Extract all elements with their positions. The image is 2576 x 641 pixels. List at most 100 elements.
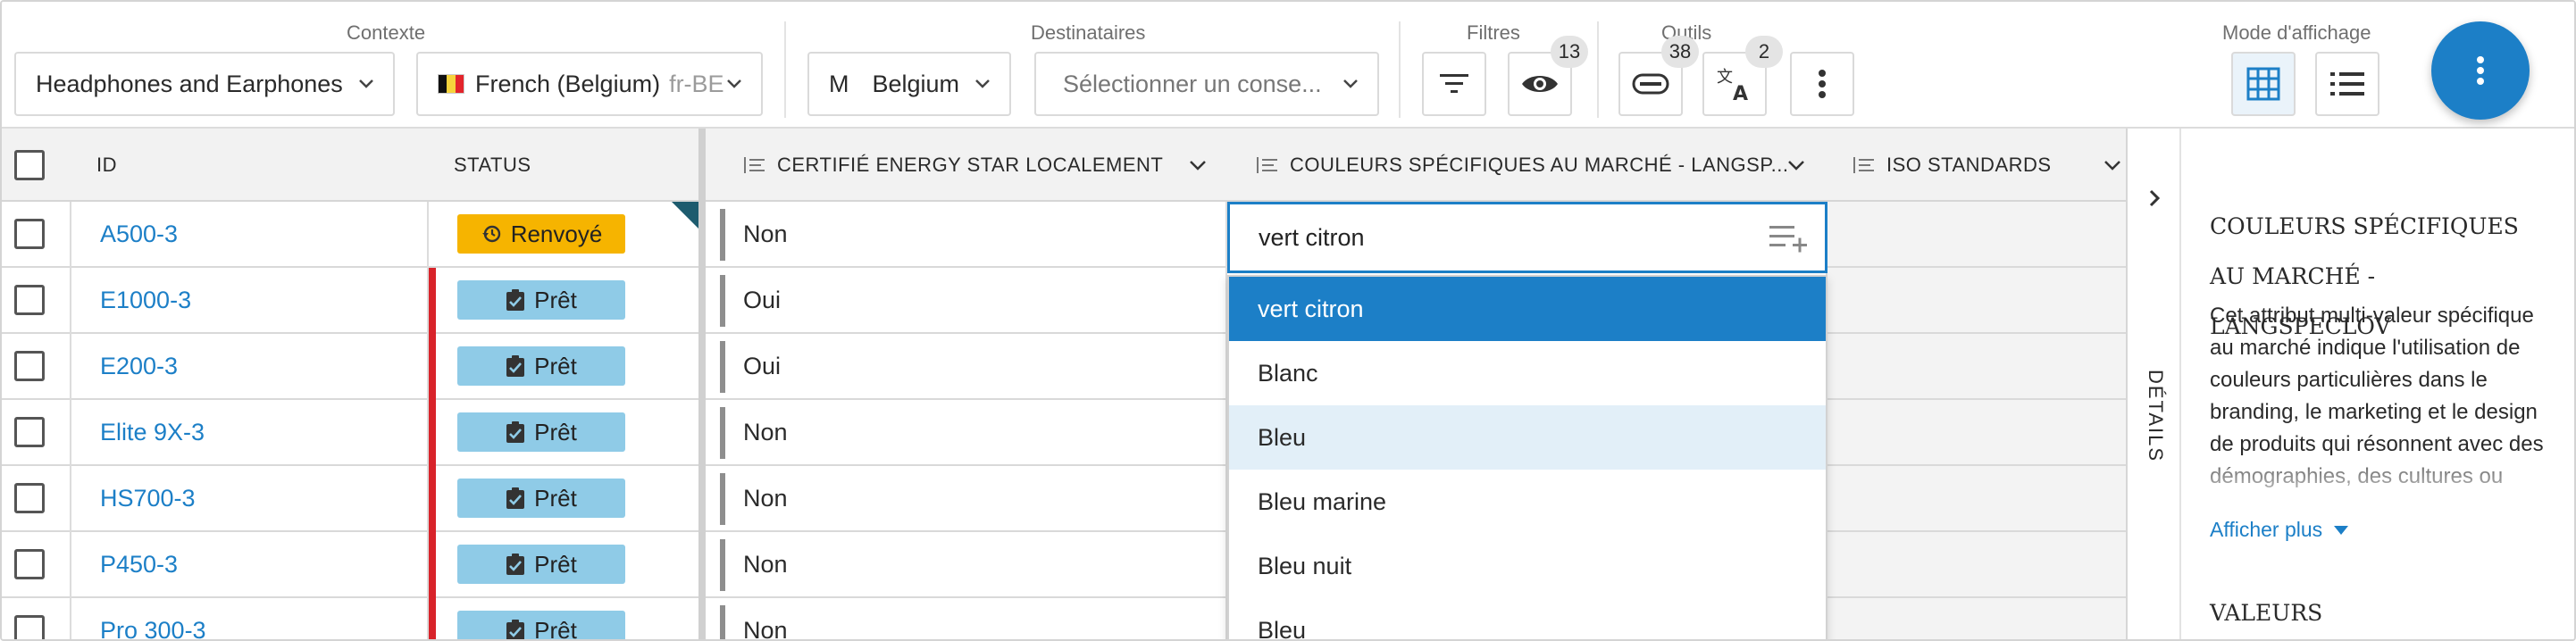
product-id-link[interactable]: HS700-3 — [100, 466, 196, 530]
cell-edge-marker — [720, 473, 725, 525]
energy-star-value: Non — [743, 418, 788, 445]
row-checkbox[interactable] — [14, 285, 45, 315]
energy-star-cell[interactable]: Non — [743, 466, 788, 530]
chevron-right-icon[interactable] — [2144, 187, 2165, 209]
dropdown-option[interactable]: Bleu — [1229, 405, 1826, 470]
iso-cell[interactable] — [1826, 268, 2126, 332]
belgium-flag-icon — [438, 74, 464, 94]
energy-star-cell[interactable]: Non — [743, 598, 788, 640]
status-badge[interactable]: Prêt — [457, 346, 625, 386]
dropdown-option[interactable]: Bleu — [1229, 598, 1826, 640]
column-header-id[interactable]: ID — [96, 129, 117, 202]
product-id-link[interactable]: E1000-3 — [100, 268, 191, 332]
advisor-select-placeholder: Sélectionner un conse... — [1063, 70, 1322, 97]
actions-fab-button[interactable] — [2431, 21, 2530, 120]
iso-cell[interactable] — [1826, 202, 2126, 266]
cell-divider — [427, 202, 429, 268]
toggle-tool-button[interactable]: 38 — [1618, 36, 1699, 116]
status-badge[interactable]: Prêt — [457, 412, 625, 452]
category-select[interactable]: Headphones and Earphones — [14, 52, 395, 116]
dropdown-option[interactable]: Bleu nuit — [1229, 534, 1826, 598]
status-badge[interactable]: Prêt — [457, 280, 625, 320]
row-select-cell — [14, 532, 45, 596]
energy-star-cell[interactable]: Non — [743, 532, 788, 596]
row-select-cell — [14, 268, 45, 332]
product-id-link[interactable]: Elite 9X-3 — [100, 400, 205, 464]
visibility-button[interactable]: 13 — [1508, 36, 1588, 116]
energy-star-value: Oui — [743, 352, 782, 379]
dropdown-option[interactable]: Bleu marine — [1229, 470, 1826, 534]
cell-divider — [70, 532, 71, 598]
select-all-checkbox[interactable] — [14, 150, 45, 180]
row-checkbox[interactable] — [14, 615, 45, 639]
column-header-market-colors[interactable]: COULEURS SPÉCIFIQUES AU MARCHÉ - LANGSP.… — [1256, 129, 1824, 202]
iso-cell[interactable] — [1826, 334, 2126, 398]
cell-edge-marker — [720, 341, 725, 393]
row-checkbox[interactable] — [14, 351, 45, 381]
iso-cell[interactable] — [1826, 400, 2126, 464]
energy-star-cell[interactable]: Oui — [743, 268, 781, 332]
filters-group-label: Filtres — [1467, 21, 1520, 44]
market-select[interactable]: M Belgium — [807, 52, 1011, 116]
column-header-energy-star[interactable]: CERTIFIÉ ENERGY STAR LOCALEMENT — [743, 129, 1225, 202]
status-badge[interactable]: Renvoyé — [457, 214, 625, 254]
product-id-link[interactable]: A500-3 — [100, 202, 178, 266]
chevron-down-icon[interactable] — [2101, 154, 2124, 177]
advisor-select[interactable]: Sélectionner un conse... — [1034, 52, 1379, 116]
dropdown-option[interactable]: Blanc — [1229, 341, 1826, 405]
translate-button[interactable]: 文 A 2 — [1702, 36, 1783, 116]
filter-button[interactable] — [1422, 52, 1486, 116]
dropdown-option[interactable]: vert citron — [1229, 277, 1826, 341]
market-colors-edit-input[interactable]: vert citron — [1227, 202, 1827, 273]
energy-star-cell[interactable]: Non — [743, 202, 788, 266]
row-checkbox[interactable] — [14, 483, 45, 513]
translate-icon: 文 A — [1717, 68, 1748, 104]
svg-text:A: A — [1733, 83, 1748, 104]
column-header-label: COULEURS SPÉCIFIQUES AU MARCHÉ - LANGSP.… — [1290, 154, 1789, 176]
iso-cell[interactable] — [1826, 598, 2126, 639]
row-checkbox[interactable] — [14, 219, 45, 249]
frozen-column-divider[interactable] — [698, 129, 706, 639]
caret-down-icon — [2334, 525, 2349, 535]
energy-star-cell[interactable]: Oui — [743, 334, 781, 398]
product-grid: ID STATUS CERTIFIÉ ENERGY STAR LOCALEMEN… — [2, 129, 2126, 640]
status-badge[interactable]: Prêt — [457, 545, 625, 584]
error-indicator — [429, 532, 436, 598]
product-id-link[interactable]: P450-3 — [100, 532, 178, 596]
locale-select[interactable]: French (Belgium) fr-BE — [416, 52, 763, 116]
product-id-link[interactable]: E200-3 — [100, 334, 178, 398]
show-more-link[interactable]: Afficher plus — [2210, 518, 2349, 542]
row-select-cell — [14, 334, 45, 398]
add-to-list-icon[interactable] — [1769, 224, 1809, 254]
status-label: Prêt — [534, 550, 577, 578]
more-options-button[interactable] — [1790, 52, 1854, 116]
more-vertical-icon — [2477, 56, 2484, 85]
toolbar-divider — [1597, 21, 1599, 118]
iso-cell[interactable] — [1826, 532, 2126, 596]
product-id-link[interactable]: Pro 300-3 — [100, 598, 206, 640]
cell-divider — [70, 598, 71, 639]
chevron-down-icon[interactable] — [1785, 154, 1808, 177]
column-type-icon — [1853, 157, 1874, 173]
column-header-label: ISO STANDARDS — [1886, 154, 2052, 176]
column-header-status[interactable]: STATUS — [454, 129, 531, 202]
energy-star-cell[interactable]: Non — [743, 400, 788, 464]
energy-star-value: Non — [743, 220, 788, 247]
app-frame: Contexte Destinataires Filtres Outils Mo… — [0, 0, 2576, 641]
status-badge[interactable]: Prêt — [457, 611, 625, 639]
column-header-iso[interactable]: ISO STANDARDS — [1853, 129, 2126, 202]
row-checkbox[interactable] — [14, 417, 45, 447]
list-view-button[interactable] — [2315, 52, 2379, 116]
column-type-icon — [744, 157, 765, 173]
clipboard-check-icon — [506, 355, 525, 377]
cell-edge-marker — [720, 209, 725, 261]
product-id: HS700-3 — [100, 484, 196, 512]
grid-view-button[interactable] — [2231, 52, 2296, 116]
chevron-down-icon[interactable] — [1186, 154, 1209, 177]
iso-cell[interactable] — [1826, 466, 2126, 530]
status-badge[interactable]: Prêt — [457, 479, 625, 518]
details-tab[interactable]: DÉTAILS — [2126, 129, 2181, 639]
row-checkbox[interactable] — [14, 549, 45, 579]
history-icon — [481, 225, 500, 243]
error-indicator — [429, 466, 436, 532]
